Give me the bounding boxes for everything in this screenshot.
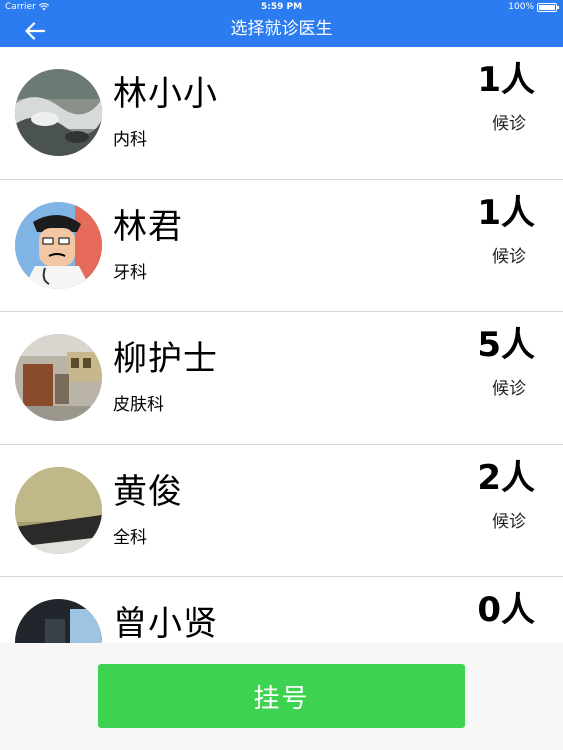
footer-bar: 挂号 <box>0 643 563 750</box>
battery-percent: 100% <box>508 2 534 12</box>
doctor-avatar <box>15 599 102 643</box>
waiting-count: 1人 <box>477 60 535 100</box>
doctor-avatar <box>15 334 102 421</box>
doctor-row[interactable]: 林君 牙科 1人 候诊 <box>0 180 563 312</box>
doctor-department: 全科 <box>113 527 147 548</box>
status-bar: Carrier 5:59 PM 100% <box>0 0 563 14</box>
doctor-department: 皮肤科 <box>113 395 164 415</box>
waiting-label: 候诊 <box>492 511 526 532</box>
doctor-department: 内科 <box>113 130 147 150</box>
page-title: 选择就诊医生 <box>230 19 333 39</box>
doctor-avatar <box>15 201 102 289</box>
nav-bar: 选择就诊医生 <box>0 14 563 47</box>
doctor-name: 林君 <box>113 206 183 247</box>
doctor-name: 林小小 <box>113 74 218 114</box>
doctor-avatar <box>15 69 102 156</box>
doctor-name: 黄俊 <box>113 471 183 512</box>
doctor-row[interactable]: 曾小贤 0人 <box>0 577 563 643</box>
status-time: 5:59 PM <box>260 2 303 12</box>
doctor-name: 曾小贤 <box>113 604 218 643</box>
waiting-label: 候诊 <box>492 114 526 134</box>
doctor-avatar <box>15 466 102 554</box>
register-button[interactable]: 挂号 <box>98 664 465 728</box>
waiting-label: 候诊 <box>492 246 526 267</box>
waiting-count: 1人 <box>477 192 535 233</box>
doctor-name: 柳护士 <box>113 339 218 379</box>
battery-icon <box>537 2 559 12</box>
battery-indicator: 100% <box>508 0 559 14</box>
waiting-label: 候诊 <box>492 379 526 399</box>
doctor-row[interactable]: 柳护士 皮肤科 5人 候诊 <box>0 312 563 445</box>
waiting-count: 5人 <box>477 325 535 365</box>
doctor-list: 林小小 内科 1人 候诊 林君 牙科 1人 候诊 柳护士 皮肤科 5人 候诊 黄… <box>0 47 563 643</box>
waiting-count: 2人 <box>477 457 535 498</box>
doctor-row[interactable]: 黄俊 全科 2人 候诊 <box>0 445 563 577</box>
waiting-count: 0人 <box>477 590 535 630</box>
doctor-row[interactable]: 林小小 内科 1人 候诊 <box>0 47 563 180</box>
doctor-department: 牙科 <box>113 262 147 283</box>
